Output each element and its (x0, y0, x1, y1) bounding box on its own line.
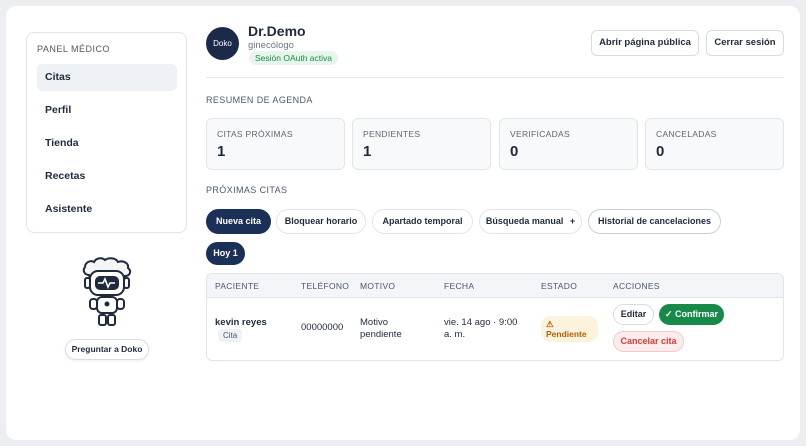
status-badge: ⚠ Pendiente (541, 316, 598, 342)
robot-mascot-icon (82, 257, 132, 326)
patient-name: kevin reyes (215, 317, 267, 328)
col-header-actions: ACCIONES (613, 281, 660, 291)
cancel-appointment-button[interactable]: Cancelar cita (613, 331, 684, 352)
sidebar-item-citas[interactable]: Citas (37, 64, 177, 91)
sidebar-item-asistente[interactable]: Asistente (37, 196, 177, 223)
warning-icon: ⚠ (546, 319, 554, 329)
doctor-name: Dr.Demo (248, 23, 306, 39)
manual-search-button[interactable]: Búsqueda manual + (479, 209, 582, 234)
logout-button[interactable]: Cerrar sesión (706, 30, 784, 56)
sidebar-item-perfil[interactable]: Perfil (37, 97, 177, 124)
open-public-page-button[interactable]: Abrir página pública (591, 30, 699, 56)
check-icon: ✓ (664, 309, 673, 319)
reason-line1: Motivo (360, 317, 388, 328)
header-divider (206, 77, 784, 78)
col-header-status: ESTADO (541, 281, 578, 291)
manual-search-label: Búsqueda manual (485, 216, 564, 226)
stat-card-pending: PENDIENTES 1 (352, 118, 491, 170)
col-header-patient: PACIENTE (215, 281, 260, 291)
avatar: Doko (206, 27, 239, 60)
confirm-button[interactable]: ✓ Confirmar (659, 304, 724, 325)
patient-phone: 00000000 (301, 322, 344, 333)
stat-label: CITAS PRÓXIMAS (217, 129, 293, 139)
stat-value: 1 (217, 143, 226, 160)
doctor-specialty: ginecólogo (248, 40, 294, 51)
temporary-hold-button[interactable]: Apartado temporal (372, 209, 473, 234)
summary-section-title: RESUMEN DE AGENDA (206, 95, 313, 105)
block-schedule-button[interactable]: Bloquear horario (276, 209, 366, 234)
reason-line2: pendiente (360, 329, 402, 340)
col-header-phone: TELÉFONO (301, 281, 350, 291)
stat-card-cancelled: CANCELADAS 0 (645, 118, 784, 170)
stat-label: CANCELADAS (656, 129, 717, 139)
patient-tag: Cita (218, 329, 243, 342)
cancellation-history-button[interactable]: Historial de cancelaciones (588, 209, 721, 234)
session-badge: Sesión OAuth activa (249, 51, 339, 65)
appointments-table: PACIENTE TELÉFONO MOTIVO FECHA ESTADO AC… (206, 273, 784, 361)
sidebar-panel: PANEL MÉDICO Citas Perfil Tienda Recetas… (26, 32, 187, 233)
upcoming-section-title: PRÓXIMAS CITAS (206, 185, 288, 195)
stat-label: PENDIENTES (363, 129, 421, 139)
new-appointment-button[interactable]: Nueva cita (206, 209, 271, 234)
ask-doko-button[interactable]: Preguntar a Doko (65, 339, 149, 360)
sidebar-title: PANEL MÉDICO (37, 44, 111, 54)
stat-card-upcoming: CITAS PRÓXIMAS 1 (206, 118, 345, 170)
edit-button[interactable]: Editar (613, 304, 654, 325)
col-header-reason: MOTIVO (360, 281, 396, 291)
stat-value: 1 (363, 143, 372, 160)
stat-label: VERIFICADAS (510, 129, 570, 139)
confirm-label: Confirmar (675, 309, 719, 319)
col-header-date: FECHA (444, 281, 475, 291)
sidebar-item-recetas[interactable]: Recetas (37, 163, 177, 190)
date-line1: vie. 14 ago · 9:00 (444, 317, 518, 328)
stat-value: 0 (656, 143, 665, 160)
date-line2: a. m. (444, 329, 466, 340)
filter-today-chip[interactable]: Hoy 1 (206, 242, 245, 265)
sidebar-item-tienda[interactable]: Tienda (37, 130, 177, 157)
table-header: PACIENTE TELÉFONO MOTIVO FECHA ESTADO AC… (207, 274, 783, 298)
stat-value: 0 (510, 143, 519, 160)
plus-icon: + (569, 216, 576, 226)
status-label: Pendiente (546, 329, 587, 339)
stat-card-verified: VERIFICADAS 0 (499, 118, 638, 170)
